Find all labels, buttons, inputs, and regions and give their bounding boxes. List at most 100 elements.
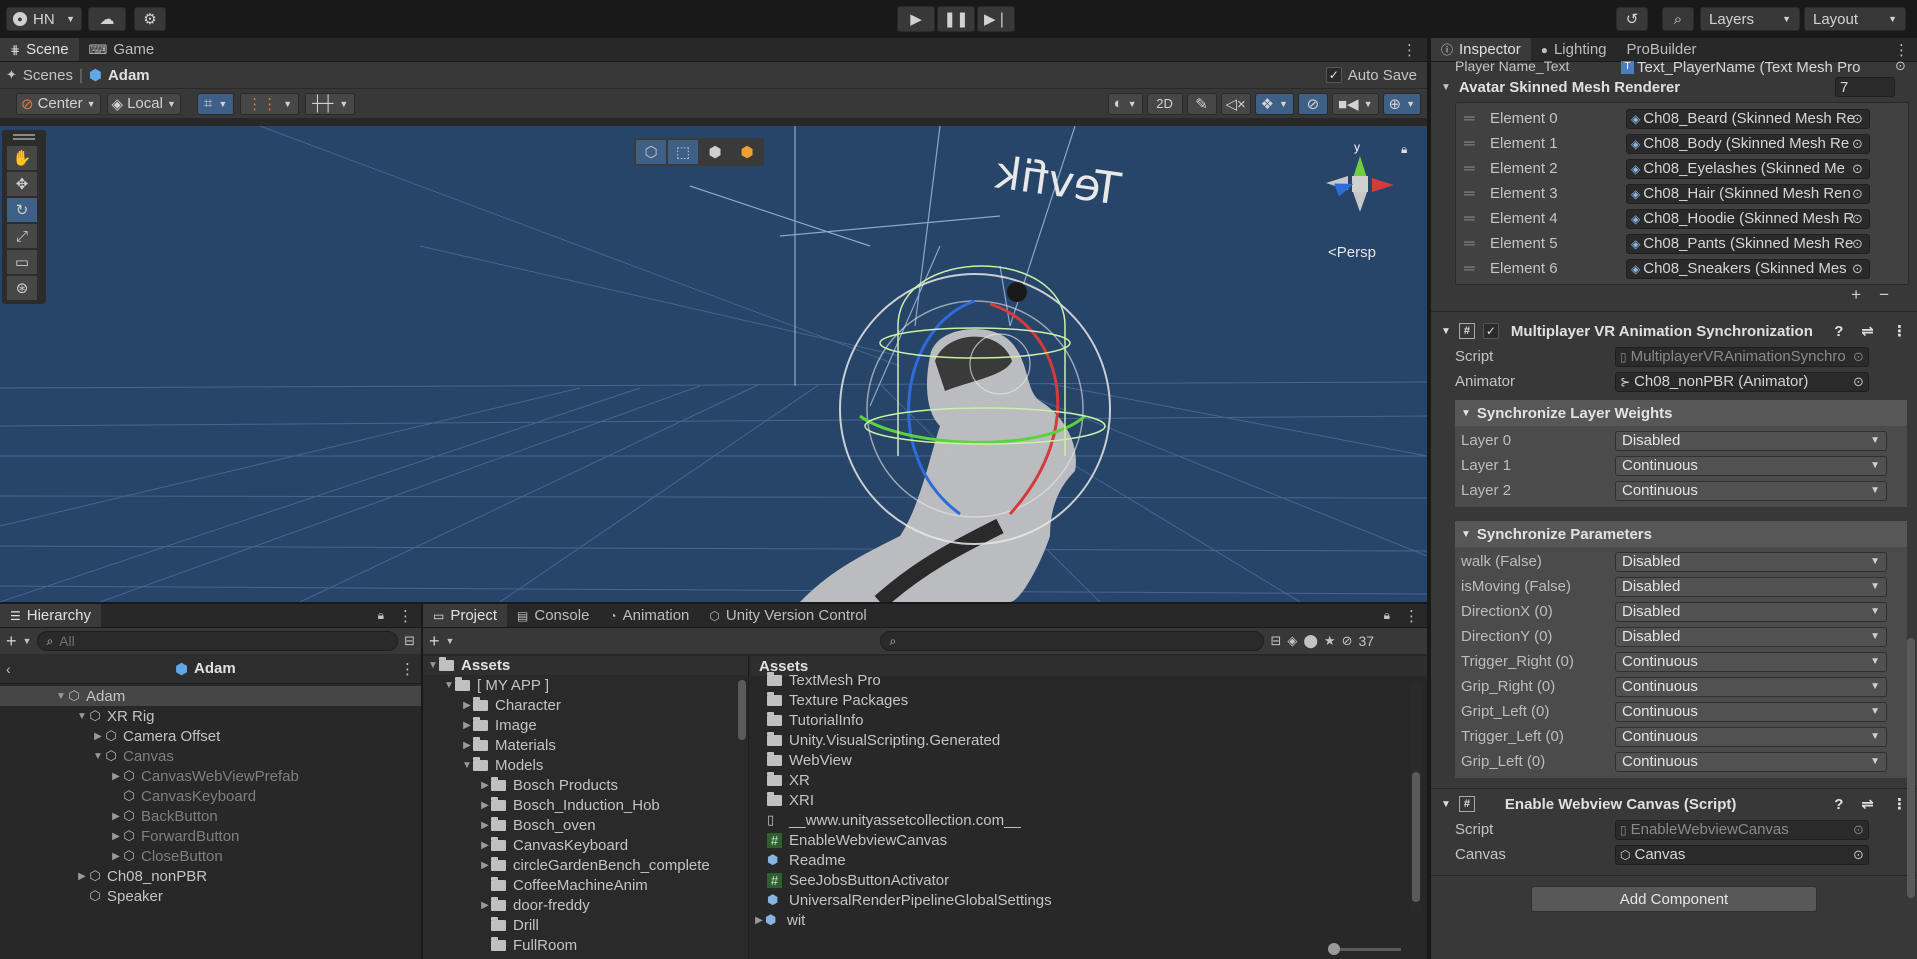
component-enabled-checkbox[interactable]: ✓	[1482, 323, 1499, 339]
filter-icon[interactable]: ⊟	[404, 633, 415, 649]
ewc-component-header[interactable]: ▼ # Enable Webview Canvas (Script) ? ⇌ ⋮	[1431, 791, 1917, 817]
expand-arrow-icon[interactable]: ▼	[55, 691, 67, 702]
hierarchy-search-input[interactable]: ⌕ All	[37, 631, 399, 651]
tab-console[interactable]: ▤ Console	[507, 604, 599, 627]
hierarchy-item[interactable]: ▼ ⬡ Canvas	[0, 746, 421, 766]
expand-arrow-icon[interactable]: ▶	[479, 800, 491, 811]
play-button[interactable]: ▶	[897, 6, 935, 32]
grid-snap-button[interactable]: ⌗ ▼	[196, 92, 235, 115]
param-sync-dropdown[interactable]: Continuous ▼	[1615, 751, 1887, 772]
ruler-button[interactable]: ┼┼ ▼	[305, 92, 356, 115]
hierarchy-item[interactable]: ▶ ⬡ CloseButton	[0, 846, 421, 866]
avatar-renderer-header[interactable]: ▼ Avatar Skinned Mesh Renderer 7	[1431, 74, 1917, 100]
asset-item[interactable]: WebView	[751, 750, 1427, 770]
element-object-field[interactable]: ◈ Ch08_Body (Skinned Mesh Re	[1626, 133, 1870, 154]
rect-tool-button[interactable]: ▭	[7, 250, 37, 274]
expand-arrow-icon[interactable]: ▶	[479, 860, 491, 871]
project-tree-item[interactable]: ▶ Character	[423, 695, 748, 715]
element-object-field[interactable]: ◈ Ch08_Sneakers (Skinned Mes	[1626, 258, 1870, 279]
expand-arrow-icon[interactable]: ▶	[479, 820, 491, 831]
pivot-dropdown[interactable]: ⊘ Center ▼	[16, 92, 101, 115]
hierarchy-item[interactable]: ▶ ⬡ Ch08_nonPBR	[0, 866, 421, 886]
object-picker-icon[interactable]: ⊙	[1852, 136, 1863, 152]
add-button[interactable]: +	[429, 631, 440, 652]
cube-view-button[interactable]: ⬡	[636, 140, 666, 164]
eye-slash-icon[interactable]: ⊘	[1342, 633, 1353, 649]
expand-arrow-icon[interactable]: ▼	[1441, 799, 1451, 810]
more-options-icon[interactable]: ⋮	[1894, 41, 1909, 59]
asset-item[interactable]: Texture Packages	[751, 690, 1427, 710]
layers-dropdown[interactable]: Layers ▼	[1700, 7, 1800, 31]
project-tree-item[interactable]: FullRoom	[423, 935, 748, 955]
expand-arrow-icon[interactable]: ▶	[92, 731, 104, 742]
add-element-button[interactable]: +	[1851, 285, 1861, 305]
drag-handle-icon[interactable]: ═	[1464, 260, 1490, 277]
project-tree-item[interactable]: ▶ door-freddy	[423, 895, 748, 915]
param-sync-dropdown[interactable]: Continuous ▼	[1615, 651, 1887, 672]
drag-handle-icon[interactable]: ═	[1464, 135, 1490, 152]
warning-icon[interactable]: ⬤	[1303, 633, 1318, 649]
mode-2d-button[interactable]: 2D	[1146, 92, 1183, 115]
param-sync-dropdown[interactable]: Disabled ▼	[1615, 626, 1887, 647]
drag-handle-icon[interactable]: ═	[1464, 210, 1490, 227]
layer-sync-dropdown[interactable]: Continuous ▼	[1615, 480, 1887, 501]
lock-icon[interactable]: 🔒︎	[1401, 142, 1407, 157]
hierarchy-item[interactable]: ⬡ CanvasKeyboard	[0, 786, 421, 806]
asset-item[interactable]: ⬢ Readme	[751, 850, 1427, 870]
effects-toggle[interactable]: ❖ ▼	[1254, 92, 1294, 115]
asset-item[interactable]: TextMesh Pro	[751, 670, 1427, 690]
object-picker-icon[interactable]: ⊙	[1852, 186, 1863, 202]
lighting-toggle[interactable]: ✎	[1186, 92, 1217, 115]
expand-arrow-icon[interactable]: ▼	[443, 680, 455, 691]
expand-arrow-icon[interactable]: ▼	[427, 660, 439, 671]
expand-arrow-icon[interactable]: ▶	[461, 740, 473, 751]
element-object-field[interactable]: ◈ Ch08_Hoodie (Skinned Mesh R	[1626, 208, 1870, 229]
breadcrumb-scenes[interactable]: Scenes	[23, 67, 73, 84]
hierarchy-item[interactable]: ▼ ⬡ XR Rig	[0, 706, 421, 726]
element-object-field[interactable]: ◈ Ch08_Hair (Skinned Mesh Ren	[1626, 183, 1870, 204]
hidden-objects-toggle[interactable]: ⊘	[1297, 92, 1328, 115]
hierarchy-item[interactable]: ▼ ⬡ Adam	[0, 686, 421, 706]
more-options-icon[interactable]: ⋮	[1892, 795, 1907, 813]
expand-arrow-icon[interactable]: ▶	[479, 780, 491, 791]
expand-arrow-icon[interactable]: ▶	[110, 771, 122, 782]
expand-arrow-icon[interactable]: ▶	[110, 831, 122, 842]
step-button[interactable]: ▶❘	[977, 6, 1015, 32]
object-picker-icon[interactable]: ⊙	[1852, 211, 1863, 227]
expand-arrow-icon[interactable]: ▼	[1441, 82, 1451, 93]
tab-project[interactable]: ▭ Project	[423, 604, 508, 627]
label-icon[interactable]: ◈	[1287, 633, 1297, 649]
tree-scrollbar[interactable]	[738, 680, 746, 740]
expand-arrow-icon[interactable]: ▶	[479, 840, 491, 851]
hierarchy-item[interactable]: ▶ ⬡ ForwardButton	[0, 826, 421, 846]
asset-scrollbar-track[interactable]	[1411, 682, 1421, 912]
element-object-field[interactable]: ◈ Ch08_Pants (Skinned Mesh Re	[1626, 233, 1870, 254]
rotate-tool-button[interactable]: ↻	[7, 198, 37, 222]
add-component-button[interactable]: Add Component	[1531, 886, 1817, 912]
orientation-gizmo[interactable]: y	[1320, 140, 1400, 220]
search-button[interactable]: ⌕	[1662, 7, 1694, 31]
expand-arrow-icon[interactable]: ▶	[76, 871, 88, 882]
move-tool-button[interactable]: ✥	[7, 172, 37, 196]
inspector-scrollbar[interactable]	[1907, 638, 1915, 898]
drag-handle-icon[interactable]: ═	[1464, 235, 1490, 252]
project-tree-item[interactable]: ▶ Materials	[423, 735, 748, 755]
gizmos-button[interactable]: ⊕ ▼	[1382, 92, 1421, 115]
project-tree-item[interactable]: CoffeeMachineAnim	[423, 875, 748, 895]
cloud-button[interactable]: ☁	[88, 7, 126, 31]
help-icon[interactable]: ?	[1834, 796, 1843, 813]
scale-tool-button[interactable]: ⤢	[7, 224, 37, 248]
expand-arrow-icon[interactable]: ▼	[461, 760, 473, 771]
lock-icon[interactable]: 🔒︎	[378, 608, 384, 623]
project-tree-item[interactable]: ▶ CanvasKeyboard	[423, 835, 748, 855]
more-options-icon[interactable]: ⋮	[1404, 607, 1419, 625]
project-tree-item[interactable]: ▶ Bosch_oven	[423, 815, 748, 835]
persp-label[interactable]: <Persp	[1328, 244, 1376, 261]
filter-type-icon[interactable]: ⊟	[1270, 633, 1281, 649]
object-picker-icon[interactable]: ⊙	[1853, 847, 1864, 863]
asset-item[interactable]: TutorialInfo	[751, 710, 1427, 730]
remove-element-button[interactable]: −	[1879, 285, 1889, 305]
presets-icon[interactable]: ⇌	[1861, 322, 1874, 340]
expand-arrow-icon[interactable]: ▶	[110, 851, 122, 862]
tab-hierarchy[interactable]: ☰ Hierarchy	[0, 604, 101, 627]
